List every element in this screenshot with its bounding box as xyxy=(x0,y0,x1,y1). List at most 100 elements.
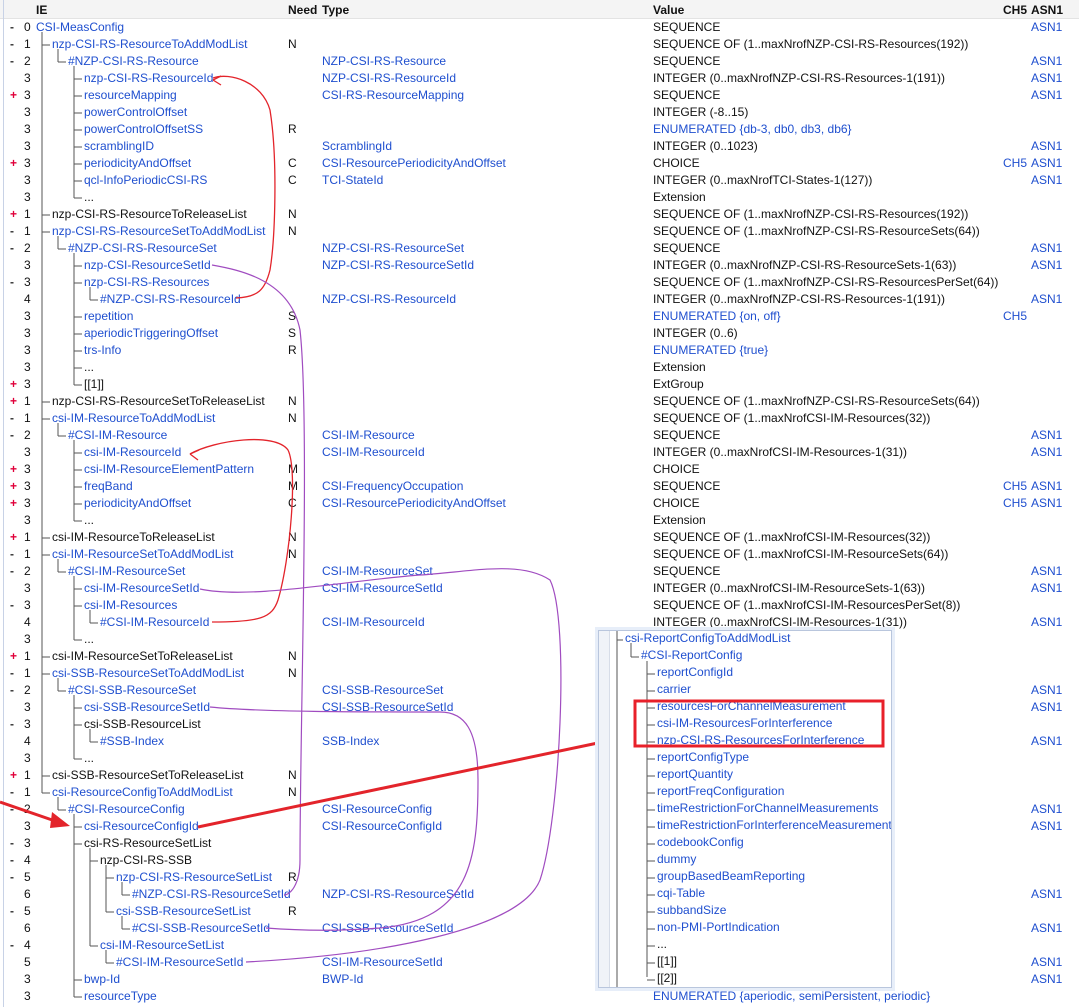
ie-name[interactable]: aperiodicTriggeringOffset xyxy=(84,326,218,341)
collapse-icon[interactable]: - xyxy=(10,547,20,562)
table-row[interactable]: -3 csi-RS-ResourceSetList xyxy=(0,835,1079,852)
ie-name[interactable]: periodicityAndOffset xyxy=(84,496,191,511)
ie-name[interactable]: repetition xyxy=(84,309,133,324)
collapse-icon[interactable]: - xyxy=(10,428,20,443)
asn1-link[interactable]: ASN1 xyxy=(1031,88,1062,103)
ie-name[interactable]: trs-Info xyxy=(84,343,121,358)
table-row[interactable]: -1 csi-IM-ResourceSetToAddModList N SEQUENC… xyxy=(0,546,1079,563)
table-row[interactable]: 4 #SSB-Index SSB-Index ASN1 xyxy=(0,733,1079,750)
ie-name[interactable]: csi-SSB-ResourceSetList xyxy=(116,904,251,919)
header-need[interactable]: Need xyxy=(288,3,317,17)
ie-name[interactable]: csi-IM-ResourceId xyxy=(84,445,181,460)
ie-name[interactable]: resourceType xyxy=(84,989,157,1004)
table-row[interactable]: -2 #NZP-CSI-RS-ResourceSet NZP-CSI-RS-Reso… xyxy=(0,240,1079,257)
collapse-icon[interactable]: - xyxy=(10,853,20,868)
collapse-icon[interactable]: - xyxy=(10,717,20,732)
expand-icon[interactable]: + xyxy=(10,156,20,171)
expand-icon[interactable]: + xyxy=(10,377,20,392)
value-cell[interactable]: ENUMERATED {db-3, db0, db3, db6} xyxy=(653,122,852,137)
expand-icon[interactable]: + xyxy=(10,649,20,664)
table-row[interactable]: 3 repetition S ENUMERATED {on, off} CH5 xyxy=(0,308,1079,325)
type-link[interactable]: CSI-RS-ResourceMapping xyxy=(322,88,464,103)
table-row[interactable]: 3 powerControlOffsetSS R ENUMERATED {db-3, … xyxy=(0,121,1079,138)
table-row[interactable]: 3... xyxy=(0,631,1079,648)
table-row[interactable]: -1 csi-IM-ResourceToAddModList N SEQUENCE O… xyxy=(0,410,1079,427)
table-row[interactable]: -2 #CSI-SSB-ResourceSet CSI-SSB-ResourceSe… xyxy=(0,682,1079,699)
table-row[interactable]: 3 powerControlOffset INTEGER (-8..15) xyxy=(0,104,1079,121)
asn1-link[interactable]: ASN1 xyxy=(1031,54,1062,69)
value-cell[interactable]: ENUMERATED {true} xyxy=(653,343,768,358)
asn1-link[interactable]: ASN1 xyxy=(1031,479,1062,494)
table-row[interactable]: 5 #CSI-IM-ResourceSetId CSI-IM-ResourceSet… xyxy=(0,954,1079,971)
type-link[interactable]: CSI-FrequencyOccupation xyxy=(322,479,463,494)
table-row[interactable]: 3... Extension xyxy=(0,189,1079,206)
type-link[interactable]: CSI-IM-Resource xyxy=(322,428,415,443)
type-link[interactable]: NZP-CSI-RS-ResourceSet xyxy=(322,241,464,256)
collapse-icon[interactable]: - xyxy=(10,54,20,69)
expand-icon[interactable]: + xyxy=(10,768,20,783)
asn1-link[interactable]: ASN1 xyxy=(1031,615,1062,630)
table-row[interactable]: 3 trs-Info R ENUMERATED {true} xyxy=(0,342,1079,359)
ch5-link[interactable]: CH5 xyxy=(1003,479,1027,494)
table-row[interactable]: -5nzp-CSI-RS-ResourceSetListRourceSetsPe… xyxy=(0,869,1079,886)
ie-name[interactable]: #CSI-ResourceConfig xyxy=(68,802,185,817)
table-row[interactable]: 6 #NZP-CSI-RS-ResourceSetId NZP-CSI-RS-Res… xyxy=(0,886,1079,903)
type-link[interactable]: CSI-ResourceConfigId xyxy=(322,819,442,834)
ie-name[interactable]: powerControlOffset xyxy=(84,105,187,120)
ie-name[interactable]: scramblingID xyxy=(84,139,154,154)
type-link[interactable]: CSI-SSB-ResourceSet xyxy=(322,683,443,698)
asn1-link[interactable]: ASN1 xyxy=(1031,564,1062,579)
collapse-icon[interactable]: - xyxy=(10,870,20,885)
asn1-link[interactable]: ASN1 xyxy=(1031,173,1062,188)
ie-name[interactable]: csi-IM-ResourceElementPattern xyxy=(84,462,254,477)
ie-name[interactable]: csi-SSB-ResourceSetId xyxy=(84,700,210,715)
table-row[interactable]: +3 periodicityAndOffset C CSI-ResourcePerio… xyxy=(0,495,1079,512)
table-row[interactable]: +3 csi-IM-ResourceElementPattern M CHOICE xyxy=(0,461,1079,478)
table-row[interactable]: 3... Extension xyxy=(0,359,1079,376)
type-link[interactable]: BWP-Id xyxy=(322,972,363,987)
table-row[interactable]: -0 CSI-MeasConfig SEQUENCE ASN1 xyxy=(0,19,1079,36)
value-cell[interactable]: ENUMERATED {on, off} xyxy=(653,309,781,324)
asn1-link[interactable]: ASN1 xyxy=(1031,700,1062,715)
collapse-icon[interactable]: - xyxy=(10,20,20,35)
ie-name[interactable]: nzp-CSI-RS-ResourceToAddModList xyxy=(52,37,247,52)
ie-name[interactable]: #NZP-CSI-RS-Resource xyxy=(68,54,199,69)
asn1-link[interactable]: ASN1 xyxy=(1031,71,1062,86)
collapse-icon[interactable]: - xyxy=(10,836,20,851)
table-row[interactable]: 3... Extension xyxy=(0,512,1079,529)
table-row[interactable]: 3... xyxy=(0,750,1079,767)
ie-name[interactable]: #CSI-IM-ResourceSet xyxy=(68,564,185,579)
ie-name[interactable]: nzp-CSI-RS-ResourceSetList xyxy=(116,870,272,885)
asn1-link[interactable]: ASN1 xyxy=(1031,428,1062,443)
ie-name[interactable]: nzp-CSI-RS-ResourceId xyxy=(84,71,213,86)
asn1-link[interactable]: ASN1 xyxy=(1031,819,1062,834)
collapse-icon[interactable]: - xyxy=(10,802,20,817)
table-row[interactable]: 3 csi-IM-ResourceId CSI-IM-ResourceId INTEG… xyxy=(0,444,1079,461)
ie-name[interactable]: #NZP-CSI-RS-ResourceSetId xyxy=(132,887,291,902)
asn1-link[interactable]: ASN1 xyxy=(1031,921,1062,936)
ie-name[interactable]: nzp-CSI-RS-ResourceSetToAddModList xyxy=(52,224,265,239)
header-asn1[interactable]: ASN1 xyxy=(1031,3,1063,17)
type-link[interactable]: CSI-IM-ResourceSetId xyxy=(322,955,443,970)
ie-name[interactable]: CSI-MeasConfig xyxy=(36,20,124,35)
table-row[interactable]: 4 #NZP-CSI-RS-ResourceId NZP-CSI-RS-Resour… xyxy=(0,291,1079,308)
type-link[interactable]: CSI-SSB-ResourceSetId xyxy=(322,700,453,715)
collapse-icon[interactable]: - xyxy=(10,275,20,290)
collapse-icon[interactable]: - xyxy=(10,666,20,681)
table-row[interactable]: -1csi-ResourceConfigToAddModListNonfigur… xyxy=(0,784,1079,801)
table-row[interactable]: -1 nzp-CSI-RS-ResourceToAddModList N SEQUEN… xyxy=(0,36,1079,53)
type-link[interactable]: TCI-StateId xyxy=(322,173,383,188)
table-row[interactable]: +1 nzp-CSI-RS-ResourceToReleaseList N SEQUE… xyxy=(0,206,1079,223)
table-row[interactable]: -2 #CSI-IM-Resource CSI-IM-Resource SEQUENC… xyxy=(0,427,1079,444)
table-row[interactable]: -5csi-SSB-ResourceSetListReSetsPerConfig… xyxy=(0,903,1079,920)
ie-name[interactable]: #CSI-SSB-ResourceSetId xyxy=(132,921,270,936)
ie-name[interactable]: #NZP-CSI-RS-ResourceId xyxy=(100,292,241,307)
type-link[interactable]: CSI-ResourcePeriodicityAndOffset xyxy=(322,156,506,171)
table-row[interactable]: 3 nzp-CSI-ResourceSetId NZP-CSI-RS-Resourc… xyxy=(0,257,1079,274)
collapse-icon[interactable]: - xyxy=(10,241,20,256)
ie-name[interactable]: nzp-CSI-RS-Resources xyxy=(84,275,209,290)
asn1-link[interactable]: ASN1 xyxy=(1031,802,1062,817)
collapse-icon[interactable]: - xyxy=(10,564,20,579)
asn1-link[interactable]: ASN1 xyxy=(1031,683,1062,698)
ie-name[interactable]: nzp-CSI-ResourceSetId xyxy=(84,258,211,273)
